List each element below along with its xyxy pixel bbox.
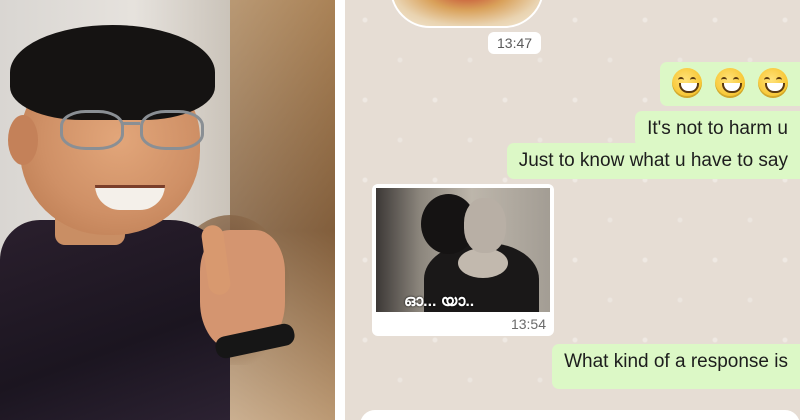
emoji-message-bubble[interactable]: [660, 62, 800, 106]
grinning-face-icon: [715, 68, 745, 98]
outgoing-message-bubble[interactable]: What kind of a response is: [552, 344, 800, 389]
photo-shirt: [0, 220, 230, 420]
photo-hair: [10, 25, 215, 120]
photo-woman-face: [464, 198, 506, 253]
timestamp-2: 13:54: [510, 316, 546, 332]
outgoing-message-bubble[interactable]: Just to know what u have to say: [506, 143, 800, 179]
image-message-photo[interactable]: ഓ... യാ..: [376, 188, 550, 312]
grinning-face-icon: [672, 68, 702, 98]
chat-panel[interactable]: 13:47 It's not to harm u Just to know wh…: [345, 0, 800, 420]
panel-divider: [335, 0, 345, 420]
timestamp-1: 13:47: [488, 32, 542, 54]
previous-image-message[interactable]: [390, 0, 544, 28]
left-photo: [0, 0, 335, 420]
incoming-image-message[interactable]: ഓ... യാ.. 13:54: [372, 184, 554, 336]
grinning-face-icon: [758, 68, 788, 98]
glasses-icon: [60, 110, 220, 152]
outgoing-message-bubble[interactable]: It's not to harm u: [635, 111, 800, 147]
photo-ear: [8, 115, 38, 165]
message-input-bar[interactable]: [360, 410, 800, 420]
image-caption: ഓ... യാ..: [404, 293, 475, 310]
